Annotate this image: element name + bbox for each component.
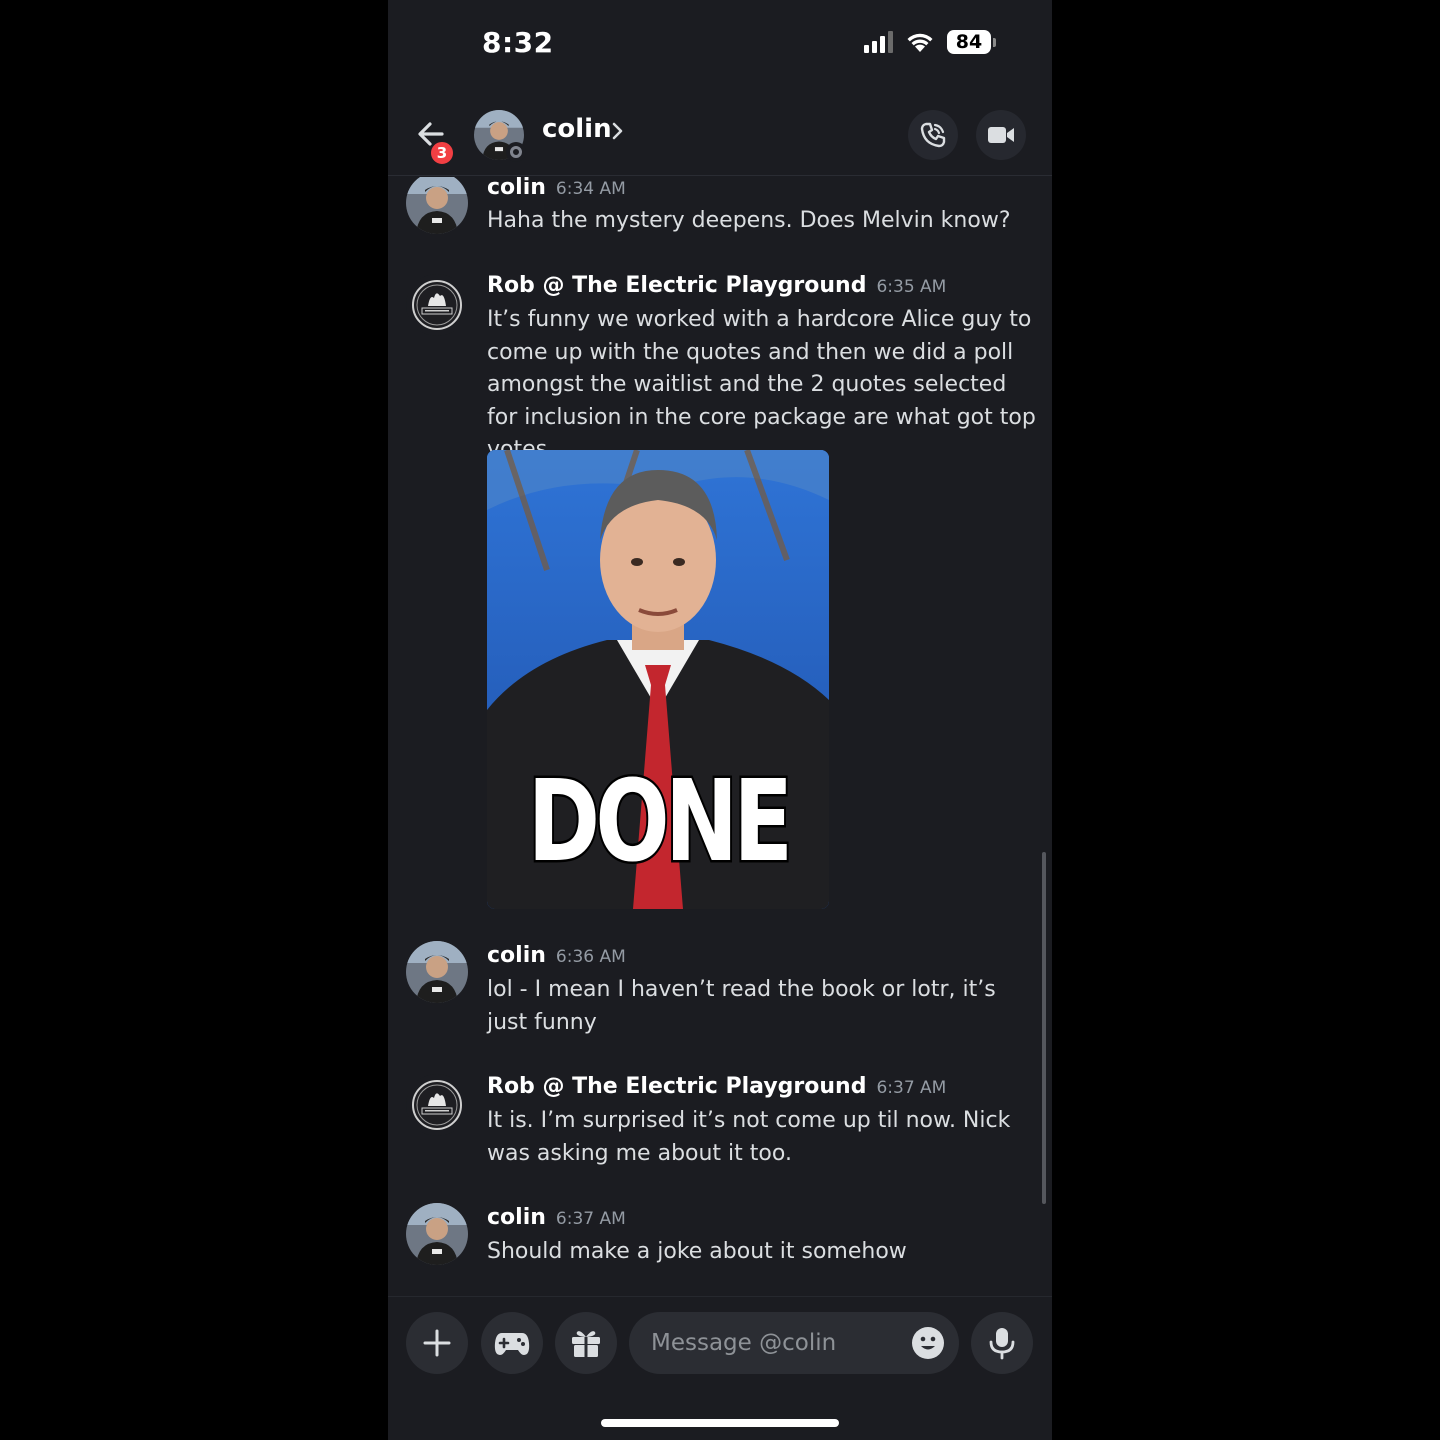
- message-timestamp: 6:36 AM: [555, 947, 626, 967]
- status-icons: 84: [864, 30, 996, 54]
- avatar[interactable]: [406, 177, 468, 234]
- microphone-icon: [989, 1328, 1015, 1360]
- add-attachment-button[interactable]: [406, 1312, 468, 1374]
- message-timestamp: 6:35 AM: [876, 277, 947, 297]
- electric-playground-logo-icon: [412, 1080, 462, 1130]
- avatar[interactable]: [406, 1203, 468, 1265]
- chevron-right-icon[interactable]: [610, 120, 626, 142]
- message-timestamp: 6:37 AM: [876, 1078, 947, 1098]
- message-author[interactable]: Rob @ The Electric Playground 6:35 AM: [487, 273, 946, 298]
- gift-icon: [572, 1331, 600, 1357]
- scrollbar[interactable]: [1042, 852, 1046, 1204]
- plus-icon: [423, 1329, 451, 1357]
- status-time: 8:32: [482, 26, 554, 59]
- message-text: Haha the mystery deepens. Does Melvin kn…: [487, 208, 1011, 233]
- gif-attachment[interactable]: DONE: [487, 450, 829, 909]
- message-author[interactable]: colin 6:37 AM: [487, 1205, 626, 1230]
- voice-message-button[interactable]: [971, 1312, 1033, 1374]
- chat-header: 3 colin: [388, 96, 1052, 176]
- message-text: Should make a joke about it somehow: [487, 1239, 907, 1264]
- message-author[interactable]: colin 6:36 AM: [487, 943, 626, 968]
- message-author[interactable]: colin 6:34 AM: [487, 177, 626, 200]
- message-timestamp: 6:34 AM: [555, 179, 626, 199]
- avatar[interactable]: [406, 1074, 468, 1136]
- emoji-icon[interactable]: [911, 1326, 945, 1360]
- offline-status-icon: [506, 142, 526, 162]
- contact-name[interactable]: colin: [542, 114, 612, 144]
- avatar[interactable]: [406, 274, 468, 336]
- message-text: It is. I’m surprised it’s not come up ti…: [487, 1108, 1011, 1166]
- message-input[interactable]: [651, 1312, 891, 1374]
- message-input-wrapper: [629, 1312, 959, 1374]
- phone-icon: [920, 122, 946, 148]
- chat-screen: 8:32 84 3 colin colin 6:34 AM Haha the m…: [388, 0, 1052, 1440]
- activities-button[interactable]: [481, 1312, 543, 1374]
- message-timestamp: 6:37 AM: [555, 1209, 626, 1229]
- battery-indicator: 84: [947, 30, 996, 54]
- gamepad-icon: [494, 1333, 530, 1355]
- message-author[interactable]: Rob @ The Electric Playground 6:37 AM: [487, 1074, 946, 1099]
- wifi-icon: [907, 33, 933, 52]
- message-list[interactable]: colin 6:34 AM Haha the mystery deepens. D…: [388, 177, 1052, 1295]
- video-call-button[interactable]: [976, 110, 1026, 160]
- message-text: It’s funny we worked with a hardcore Ali…: [487, 307, 1036, 462]
- video-camera-icon: [988, 127, 1014, 143]
- signal-icon: [864, 31, 893, 53]
- gif-caption: DONE: [526, 755, 795, 890]
- gift-button[interactable]: [555, 1312, 617, 1374]
- home-indicator[interactable]: [601, 1419, 839, 1427]
- electric-playground-logo-icon: [412, 280, 462, 330]
- unread-badge: 3: [429, 140, 455, 166]
- battery-level: 84: [947, 30, 991, 54]
- avatar[interactable]: [406, 941, 468, 1003]
- voice-call-button[interactable]: [908, 110, 958, 160]
- message-text: lol - I mean I haven’t read the book or …: [487, 977, 996, 1035]
